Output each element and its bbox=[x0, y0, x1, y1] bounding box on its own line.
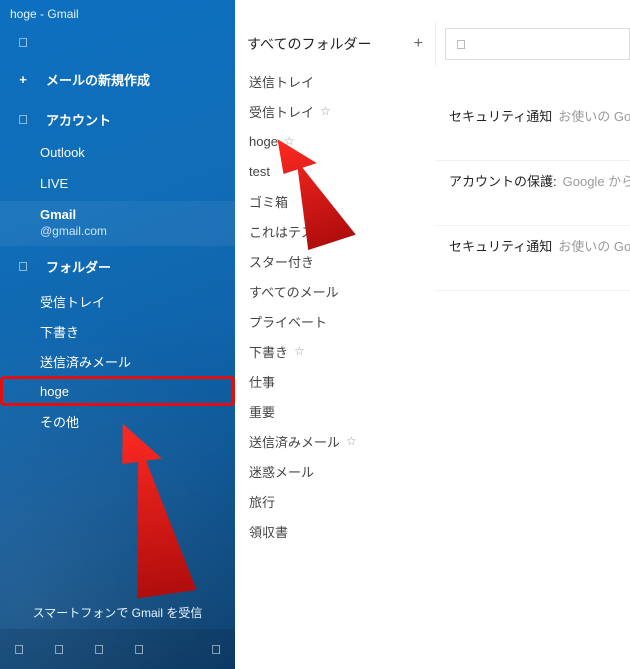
mail-item-preview: Google からのセキ bbox=[563, 174, 630, 189]
account-name: LIVE bbox=[40, 176, 68, 191]
mail-item-preview: お使いの Google ア bbox=[558, 109, 630, 124]
mail-item-title: セキュリティ通知 bbox=[449, 239, 552, 254]
person-icon:  bbox=[14, 112, 32, 127]
folder-panel-item[interactable]: スター付き bbox=[235, 246, 435, 276]
folder-panel-item-label: hoge bbox=[249, 134, 278, 149]
folder-panel-item-label: 送信トレイ bbox=[249, 72, 314, 91]
folder-panel-item-label: 旅行 bbox=[249, 492, 275, 511]
account-sub: @gmail.com bbox=[40, 224, 107, 238]
account-name: Gmail bbox=[40, 207, 76, 222]
compose-label: メールの新規作成 bbox=[46, 70, 150, 89]
sidebar-footer:      bbox=[0, 629, 235, 669]
folder-panel-item-label: 送信済みメール bbox=[249, 432, 340, 451]
menu-icon:  bbox=[14, 35, 32, 50]
accounts-header[interactable]:  アカウント bbox=[0, 99, 235, 139]
folder-other[interactable]: その他 bbox=[0, 406, 235, 436]
folder-panel: すべてのフォルダー + 送信トレイ受信トレイ ☆ hoge ☆ test ゴミ箱これはテス… bbox=[235, 22, 436, 669]
sidebar: hoge - Gmail  + メールの新規作成  アカウント Outloo… bbox=[0, 0, 235, 669]
check-icon[interactable]:  bbox=[130, 642, 148, 657]
folder-icon:  bbox=[14, 259, 32, 274]
plus-icon: + bbox=[14, 72, 32, 87]
folder-hoge[interactable]: hoge bbox=[0, 376, 235, 406]
search-icon:  bbox=[446, 37, 476, 52]
folder-panel-item[interactable]: 下書き ☆ bbox=[235, 336, 435, 366]
folder-panel-item-label: すべてのメール bbox=[249, 282, 339, 301]
account-name: Outlook bbox=[40, 145, 85, 160]
folder-panel-item-label: 領収書 bbox=[249, 522, 288, 541]
folder-panel-item[interactable]: 旅行 bbox=[235, 486, 435, 516]
add-folder-button[interactable]: + bbox=[414, 35, 423, 53]
mail-item[interactable]: アカウントの保護: Google からのセキ bbox=[435, 161, 630, 226]
folder-panel-item-label: 仕事 bbox=[249, 372, 275, 391]
gear-icon[interactable]:  bbox=[207, 642, 225, 657]
folder-label: 下書き bbox=[40, 322, 79, 341]
folder-panel-item[interactable]: 送信済みメール ☆ bbox=[235, 426, 435, 456]
search-input[interactable]:  bbox=[445, 28, 630, 60]
star-icon: ☆ bbox=[346, 434, 357, 448]
folder-inbox[interactable]: 受信トレイ bbox=[0, 286, 235, 316]
folder-panel-item[interactable]: 送信トレイ bbox=[235, 66, 435, 96]
folder-panel-item-label: プライベート bbox=[249, 312, 327, 331]
star-icon: ☆ bbox=[294, 344, 305, 358]
folders-header[interactable]:  フォルダー bbox=[0, 246, 235, 286]
folder-panel-item[interactable]: test bbox=[235, 156, 435, 186]
folder-panel-item[interactable]: すべてのメール bbox=[235, 276, 435, 306]
folder-panel-item-label: test bbox=[249, 164, 270, 179]
promo-banner[interactable]: スマートフォンで Gmail を受信 bbox=[0, 595, 235, 629]
account-outlook[interactable]: Outlook bbox=[0, 139, 235, 170]
accounts-label: アカウント bbox=[46, 110, 111, 129]
folder-panel-item[interactable]: 仕事 bbox=[235, 366, 435, 396]
folder-drafts[interactable]: 下書き bbox=[0, 316, 235, 346]
mail-item[interactable]: セキュリティ通知お使いの Google ア bbox=[435, 226, 630, 291]
toolbar:  bbox=[435, 22, 630, 67]
folder-panel-item-label: ゴミ箱 bbox=[249, 192, 288, 211]
folder-panel-item[interactable]: これはテスト bbox=[235, 216, 435, 246]
folder-label: その他 bbox=[40, 412, 79, 431]
account-live[interactable]: LIVE bbox=[0, 170, 235, 201]
folder-panel-item[interactable]: 受信トレイ ☆ bbox=[235, 96, 435, 126]
mail-item-title: アカウントの保護: bbox=[449, 174, 557, 189]
mail-item-preview: お使いの Google ア bbox=[558, 239, 630, 254]
mail-list: セキュリティ通知お使いの Google アアカウントの保護:Google からの… bbox=[435, 66, 630, 669]
folder-panel-item[interactable]: 領収書 bbox=[235, 516, 435, 546]
mail-icon[interactable]:  bbox=[10, 642, 28, 657]
folder-panel-item-label: これはテスト bbox=[249, 222, 327, 241]
folders-label: フォルダー bbox=[46, 257, 111, 276]
folder-panel-item[interactable]: プライベート bbox=[235, 306, 435, 336]
calendar-icon[interactable]:  bbox=[50, 642, 68, 657]
folder-panel-item-label: 受信トレイ bbox=[249, 102, 314, 121]
folder-panel-item[interactable]: ゴミ箱 bbox=[235, 186, 435, 216]
folder-panel-item-label: 下書き bbox=[249, 342, 288, 361]
folder-label: 送信済みメール bbox=[40, 352, 131, 371]
window-title: hoge - Gmail bbox=[0, 0, 235, 25]
folder-label: 受信トレイ bbox=[40, 292, 105, 311]
folder-panel-item[interactable]: hoge ☆ bbox=[235, 126, 435, 156]
folder-label: hoge bbox=[40, 384, 69, 399]
folder-panel-header: すべてのフォルダー + bbox=[235, 22, 435, 66]
hamburger-button[interactable]:  bbox=[0, 25, 235, 59]
people-icon[interactable]:  bbox=[90, 642, 108, 657]
mail-item-title: セキュリティ通知 bbox=[449, 109, 552, 124]
promo-label: スマートフォンで Gmail を受信 bbox=[33, 604, 203, 621]
folder-panel-item[interactable]: 重要 bbox=[235, 396, 435, 426]
star-icon: ☆ bbox=[284, 134, 295, 148]
folder-sent[interactable]: 送信済みメール bbox=[0, 346, 235, 376]
compose-button[interactable]: + メールの新規作成 bbox=[0, 59, 235, 99]
mail-item[interactable]: セキュリティ通知お使いの Google ア bbox=[435, 96, 630, 161]
folder-panel-title: すべてのフォルダー bbox=[247, 34, 414, 54]
account-gmail[interactable]: Gmail @gmail.com bbox=[0, 201, 235, 246]
folder-panel-item-label: 迷惑メール bbox=[249, 462, 314, 481]
folder-panel-item-label: 重要 bbox=[249, 402, 275, 421]
folder-panel-item-label: スター付き bbox=[249, 252, 314, 271]
folder-panel-item[interactable]: 迷惑メール bbox=[235, 456, 435, 486]
star-icon: ☆ bbox=[320, 104, 331, 118]
